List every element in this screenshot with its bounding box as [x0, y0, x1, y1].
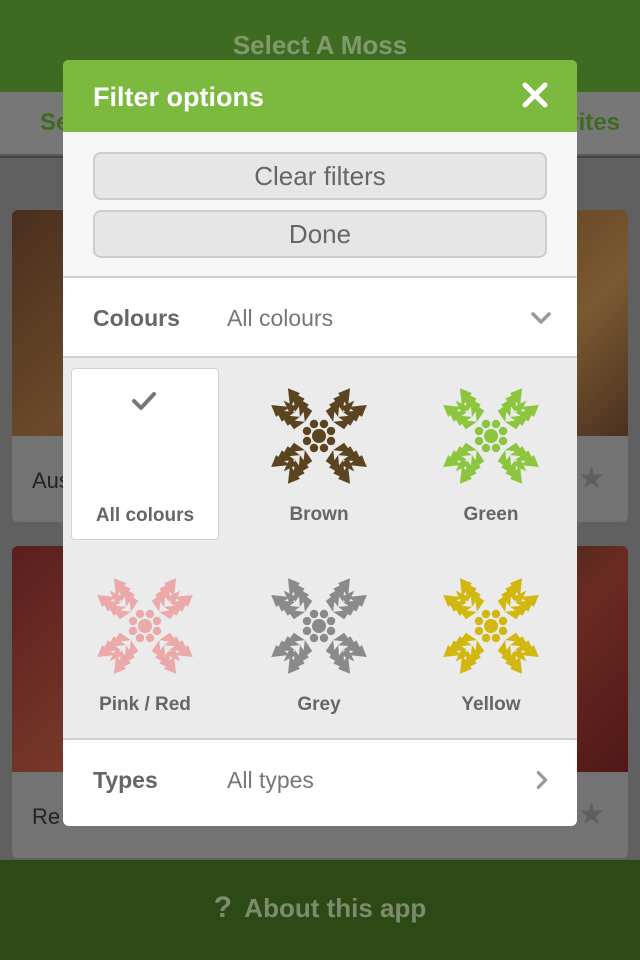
close-button[interactable] [519, 79, 551, 111]
colour-option-green[interactable]: Green [417, 368, 565, 540]
dialog-title: Filter options [93, 82, 264, 112]
colours-value: All colours [227, 305, 334, 331]
colour-grid: All colours Brown Green Pink / Red Grey … [63, 358, 577, 740]
moss-flower-icon [271, 388, 367, 484]
colour-option-label: Brown [289, 504, 349, 525]
chevron-right-icon [536, 771, 548, 789]
types-value: All types [227, 767, 314, 793]
filter-dialog: Filter options Clear filters Done Colour… [63, 60, 577, 826]
colour-option-label: Pink / Red [99, 694, 191, 715]
checkmark-icon [132, 392, 156, 410]
clear-filters-button[interactable]: Clear filters [93, 152, 547, 200]
about-app-label: About this app [244, 893, 427, 923]
types-selector[interactable]: Types All types [63, 740, 577, 820]
colours-label: Colours [93, 305, 180, 331]
types-label: Types [93, 767, 158, 793]
moss-flower-icon [97, 578, 193, 674]
colour-option-yellow[interactable]: Yellow [417, 558, 565, 730]
question-icon: ? [213, 891, 233, 924]
colour-option-label: Yellow [461, 694, 521, 715]
dialog-header: Filter options [63, 60, 577, 132]
colour-option-grey[interactable]: Grey [245, 558, 393, 730]
colour-option-brown[interactable]: Brown [245, 368, 393, 540]
colour-option-label: Grey [297, 694, 341, 715]
moss-flower-icon [271, 578, 367, 674]
colour-option-pink-red[interactable]: Pink / Red [71, 558, 219, 730]
star-icon[interactable]: ★ [578, 800, 608, 830]
chevron-down-icon [531, 312, 551, 324]
colour-option-label: Green [463, 504, 519, 525]
done-button[interactable]: Done [93, 210, 547, 258]
close-icon [522, 82, 548, 108]
tab-left[interactable]: Se [0, 92, 70, 154]
colours-dropdown[interactable]: Colours All colours [63, 278, 577, 358]
star-icon[interactable]: ★ [578, 464, 608, 494]
about-app-button[interactable]: ? About this app [0, 860, 640, 960]
app-title: Select A Moss [232, 30, 408, 60]
dialog-actions: Clear filters Done [63, 132, 577, 278]
moss-flower-icon [443, 578, 539, 674]
moss-flower-icon [443, 388, 539, 484]
colour-option-all[interactable]: All colours [71, 368, 219, 540]
colour-option-label: All colours [95, 505, 195, 526]
